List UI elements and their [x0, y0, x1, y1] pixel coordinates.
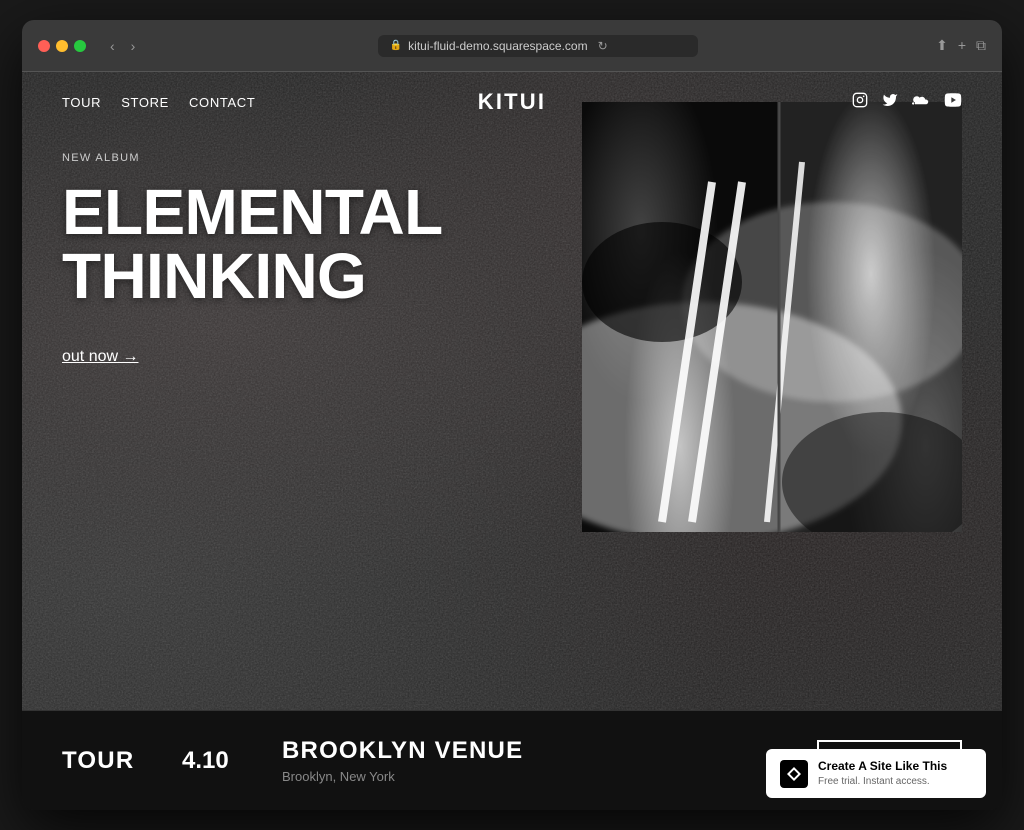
lock-icon: 🔒 — [390, 40, 402, 51]
album-title: ELEMENTAL THINKING — [62, 180, 443, 308]
share-icon[interactable]: ⬆ — [936, 37, 948, 54]
browser-chrome: ‹ › 🔒 kitui-fluid-demo.squarespace.com ↻… — [22, 20, 1002, 72]
squarespace-title: Create A Site Like This — [818, 759, 972, 775]
tour-location: Brooklyn, New York — [282, 769, 817, 784]
squarespace-promo[interactable]: Create A Site Like This Free trial. Inst… — [766, 749, 986, 798]
close-button[interactable] — [38, 40, 50, 52]
nav-store[interactable]: STORE — [121, 95, 169, 110]
tour-label: TOUR — [62, 747, 182, 775]
maximize-button[interactable] — [74, 40, 86, 52]
traffic-lights — [38, 40, 86, 52]
nav-left: TOUR STORE CONTACT — [62, 95, 255, 110]
out-now-link[interactable]: out now → — [62, 348, 138, 366]
nav-contact[interactable]: CONTACT — [189, 95, 255, 110]
tabs-icon[interactable]: ⧉ — [976, 37, 986, 54]
url-text: kitui-fluid-demo.squarespace.com — [408, 39, 587, 53]
site-logo[interactable]: KITUI — [478, 89, 546, 115]
squarespace-subtitle: Free trial. Instant access. — [818, 775, 972, 788]
nav-right — [852, 92, 962, 112]
album-art-container — [582, 102, 962, 532]
youtube-icon[interactable] — [944, 93, 962, 111]
tour-date: 4.10 — [182, 747, 282, 775]
refresh-icon: ↻ — [598, 39, 608, 53]
browser-nav: ‹ › — [106, 36, 139, 56]
site-header: TOUR STORE CONTACT KITUI — [22, 72, 1002, 132]
minimize-button[interactable] — [56, 40, 68, 52]
hero-text: NEW ALBUM ELEMENTAL THINKING out now → — [62, 152, 443, 366]
address-bar: 🔒 kitui-fluid-demo.squarespace.com ↻ — [151, 35, 924, 57]
hero-section: TOUR STORE CONTACT KITUI — [22, 72, 1002, 710]
back-button[interactable]: ‹ — [106, 36, 119, 56]
url-bar[interactable]: 🔒 kitui-fluid-demo.squarespace.com ↻ — [378, 35, 698, 57]
soundcloud-icon[interactable] — [912, 94, 930, 111]
site-content: TOUR STORE CONTACT KITUI — [22, 72, 1002, 810]
browser-window: ‹ › 🔒 kitui-fluid-demo.squarespace.com ↻… — [22, 20, 1002, 810]
squarespace-logo — [780, 760, 808, 788]
tour-venue: BROOKLYN VENUE — [282, 737, 817, 765]
tour-section: TOUR 4.10 BROOKLYN VENUE Brooklyn, New Y… — [22, 710, 1002, 810]
album-art-svg — [582, 102, 962, 532]
twitter-icon[interactable] — [882, 92, 898, 112]
album-art — [582, 102, 962, 532]
eyebrow-label: NEW ALBUM — [62, 152, 443, 164]
nav-tour[interactable]: TOUR — [62, 95, 101, 110]
tour-venue-block: BROOKLYN VENUE Brooklyn, New York — [282, 737, 817, 784]
squarespace-text: Create A Site Like This Free trial. Inst… — [818, 759, 972, 788]
forward-button[interactable]: › — [127, 36, 140, 56]
instagram-icon[interactable] — [852, 92, 868, 112]
new-tab-icon[interactable]: + — [958, 37, 966, 54]
browser-actions: ⬆ + ⧉ — [936, 37, 986, 54]
